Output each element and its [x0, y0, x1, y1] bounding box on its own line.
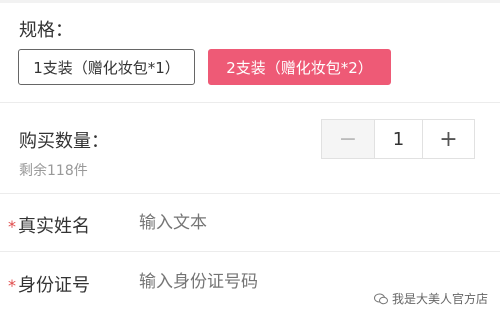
required-mark: * — [8, 276, 16, 295]
quantity-value[interactable]: 1 — [375, 120, 423, 158]
id-number-label: * 身份证号 — [8, 271, 90, 297]
divider — [0, 251, 500, 252]
decrement-button[interactable]: − — [322, 120, 375, 158]
quantity-stepper: − 1 + — [321, 119, 475, 159]
quantity-label: 购买数量： — [19, 131, 109, 152]
spec-option-2-label: 2支装（赠化妆包*2） — [226, 58, 373, 77]
required-mark: * — [8, 217, 16, 236]
increment-button[interactable]: + — [423, 120, 474, 158]
stock-remaining: 剩余118件 — [19, 163, 88, 179]
watermark: 我是大美人官方店 — [373, 290, 488, 307]
spec-option-1[interactable]: 1支装（赠化妆包*1） — [18, 49, 195, 85]
id-number-label-text: 身份证号 — [18, 275, 90, 296]
divider — [0, 102, 500, 103]
real-name-label: * 真实姓名 — [8, 212, 90, 238]
real-name-label-text: 真实姓名 — [18, 216, 90, 237]
spec-title: 规格： — [19, 20, 73, 41]
spec-option-2[interactable]: 2支装（赠化妆包*2） — [208, 49, 391, 85]
top-divider — [0, 0, 500, 3]
wechat-icon — [373, 293, 388, 304]
id-number-input[interactable] — [139, 272, 439, 292]
real-name-input[interactable] — [139, 213, 439, 233]
divider — [0, 193, 500, 194]
spec-option-1-label: 1支装（赠化妆包*1） — [33, 58, 180, 77]
watermark-text: 我是大美人官方店 — [391, 292, 488, 306]
